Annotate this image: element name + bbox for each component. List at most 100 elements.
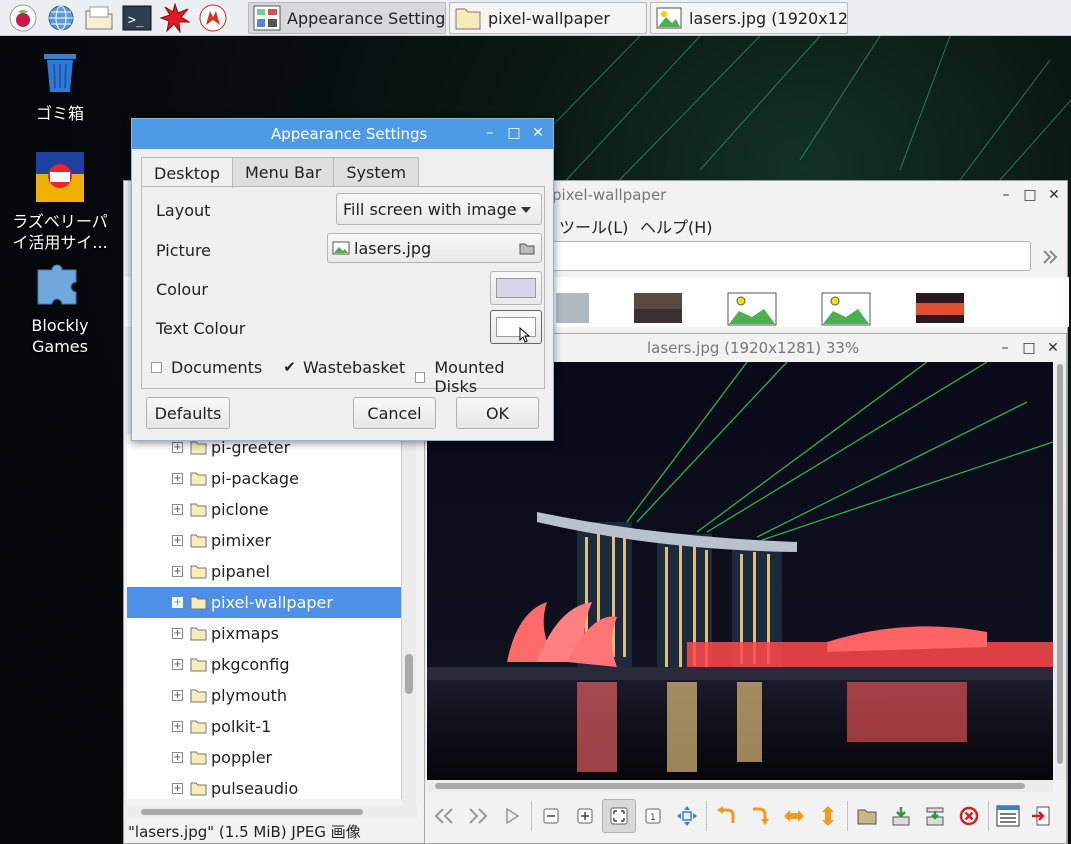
rotate-left-icon[interactable] — [709, 799, 743, 833]
thumbnail[interactable] — [556, 293, 589, 323]
delete-icon[interactable] — [952, 799, 986, 833]
expander-icon[interactable]: + — [172, 535, 183, 546]
task-lasers-jpg[interactable]: lasers.jpg (1920x128… — [650, 2, 848, 34]
cancel-button[interactable]: Cancel — [353, 397, 436, 429]
tree-vertical-scrollbar[interactable] — [402, 434, 416, 814]
dialog-titlebar[interactable]: Appearance Settings – □ ✕ — [132, 119, 553, 149]
save-icon[interactable] — [884, 799, 918, 833]
scrollbar-thumb[interactable] — [141, 809, 363, 815]
task-pixel-wallpaper[interactable]: pixel-wallpaper — [449, 2, 647, 34]
desktop-icon-trash[interactable]: ゴミ箱 — [5, 50, 115, 124]
scrollbar-thumb[interactable] — [1057, 364, 1063, 764]
taskbar: >_ Appearance Settings pixel-wallpaper l… — [0, 0, 1071, 36]
image-vertical-scrollbar[interactable] — [1054, 362, 1066, 780]
flip-vertical-icon[interactable] — [811, 799, 845, 833]
tree-item[interactable]: + plymouth — [127, 680, 401, 711]
browser-globe-icon[interactable] — [44, 1, 78, 35]
wolfram-icon[interactable] — [196, 1, 230, 35]
expander-icon[interactable]: + — [172, 566, 183, 577]
rotate-right-icon[interactable] — [743, 799, 777, 833]
fullscreen-icon[interactable] — [670, 799, 704, 833]
location-bar[interactable] — [551, 241, 1031, 271]
tab-desktop[interactable]: Desktop — [141, 157, 233, 188]
math-burst-icon[interactable] — [158, 1, 192, 35]
scrollbar-thumb[interactable] — [435, 783, 1025, 789]
play-icon[interactable] — [495, 799, 529, 833]
original-size-icon[interactable]: 1 — [636, 799, 670, 833]
expander-icon[interactable]: + — [172, 628, 183, 639]
tree-item-selected[interactable]: + pixel-wallpaper — [127, 587, 401, 618]
minimize-icon[interactable]: – — [483, 125, 497, 141]
tree-item[interactable]: + pixmaps — [127, 618, 401, 649]
exit-icon[interactable] — [1025, 799, 1059, 833]
next-icon[interactable] — [461, 799, 495, 833]
close-icon[interactable]: ✕ — [1046, 340, 1060, 356]
layout-dropdown[interactable]: Fill screen with image — [336, 193, 542, 225]
maximize-icon[interactable]: □ — [1022, 340, 1036, 356]
folder-icon — [190, 472, 207, 485]
expander-icon[interactable]: + — [172, 752, 183, 763]
terminal-icon[interactable]: >_ — [120, 1, 154, 35]
save-as-icon[interactable] — [918, 799, 952, 833]
defaults-button[interactable]: Defaults — [146, 397, 230, 429]
text-colour-picker-button[interactable] — [490, 310, 542, 344]
tree-item[interactable]: + pipanel — [127, 556, 401, 587]
tree-item[interactable]: + piclone — [127, 494, 401, 525]
tree-horizontal-scrollbar[interactable] — [127, 806, 417, 818]
close-icon[interactable]: ✕ — [531, 125, 545, 141]
minimize-icon[interactable]: – — [999, 187, 1013, 203]
picture-file-chooser[interactable]: lasers.jpg — [327, 233, 542, 263]
tree-item[interactable]: + pi-package — [127, 463, 401, 494]
documents-checkbox[interactable]: Documents — [151, 358, 262, 377]
layout-label: Layout — [156, 201, 211, 220]
open-file-icon[interactable] — [850, 799, 884, 833]
expander-icon[interactable]: + — [172, 597, 183, 608]
folder-icon — [190, 503, 207, 516]
desktop-icon-book[interactable]: ラズベリーパイ活用サイ... — [5, 152, 115, 253]
wastebasket-checkbox[interactable]: ✔ Wastebasket — [283, 358, 405, 377]
thumbnail[interactable] — [634, 293, 682, 323]
thumbnail[interactable] — [821, 292, 871, 326]
maximize-icon[interactable]: □ — [1023, 187, 1037, 203]
menu-help[interactable]: ヘルプ(H) — [640, 214, 713, 238]
close-icon[interactable]: ✕ — [1047, 187, 1061, 203]
prev-icon[interactable] — [427, 799, 461, 833]
menu-tools[interactable]: ツール(L) — [559, 214, 628, 238]
tree-item[interactable]: + pkgconfig — [127, 649, 401, 680]
svg-text:1: 1 — [650, 813, 656, 823]
mounted-disks-checkbox[interactable]: Mounted Disks — [415, 358, 544, 396]
minimize-icon[interactable]: – — [998, 340, 1012, 356]
raspberry-menu-icon[interactable] — [6, 1, 40, 35]
zoom-in-icon[interactable] — [568, 799, 602, 833]
tab-system[interactable]: System — [333, 157, 420, 187]
expander-icon[interactable]: + — [172, 783, 183, 794]
scrollbar-thumb[interactable] — [405, 654, 413, 694]
dialog-title: Appearance Settings — [271, 125, 428, 143]
expander-icon[interactable]: + — [172, 504, 183, 515]
thumbnail[interactable] — [916, 293, 964, 323]
expander-icon[interactable]: + — [172, 690, 183, 701]
image-horizontal-scrollbar[interactable] — [427, 780, 1053, 792]
zoom-out-icon[interactable] — [534, 799, 568, 833]
expander-icon[interactable]: + — [172, 659, 183, 670]
ok-button[interactable]: OK — [456, 397, 539, 429]
task-appearance-settings[interactable]: Appearance Settings — [248, 2, 446, 34]
colour-picker-button[interactable] — [490, 271, 542, 305]
flip-horizontal-icon[interactable] — [777, 799, 811, 833]
thumbnail[interactable] — [727, 292, 777, 326]
tree-item[interactable]: + poppler — [127, 742, 401, 773]
desktop-icon-blockly[interactable]: Blockly Games — [5, 264, 115, 357]
tree-item[interactable]: + pulseaudio — [127, 773, 401, 799]
file-manager-folder-icon[interactable] — [82, 1, 116, 35]
jump-icon[interactable] — [1040, 247, 1060, 267]
tree-item[interactable]: + polkit-1 — [127, 711, 401, 742]
preferences-icon[interactable] — [991, 799, 1025, 833]
expander-icon[interactable]: + — [172, 721, 183, 732]
fit-window-icon[interactable] — [602, 799, 636, 833]
tab-menu-bar[interactable]: Menu Bar — [231, 157, 335, 187]
expander-icon[interactable]: + — [172, 473, 183, 484]
folder-icon — [190, 565, 207, 578]
expander-icon[interactable]: + — [172, 442, 183, 453]
tree-item[interactable]: + pimixer — [127, 525, 401, 556]
maximize-icon[interactable]: □ — [507, 125, 521, 141]
